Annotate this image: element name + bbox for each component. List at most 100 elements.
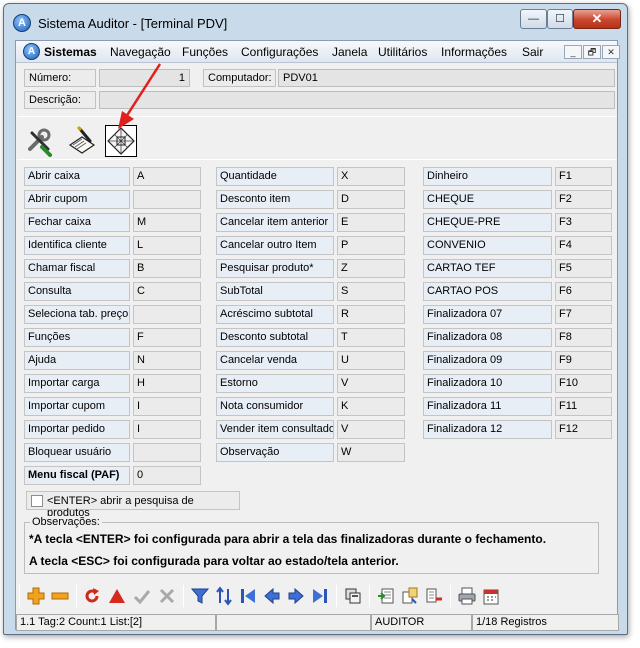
title-bar[interactable]: A Sistema Auditor - [Terminal PDV] — ☐ ✕ [4,4,627,40]
menu-janela[interactable]: Janela [332,45,367,59]
maximize-button[interactable]: ☐ [547,9,573,29]
status-records: 1/18 Registros [472,614,619,631]
mdi-close-button[interactable]: ✕ [602,45,620,59]
copy-icon[interactable] [343,586,363,606]
mdi-restore-button[interactable]: 🗗 [583,45,601,59]
shortcut-key-field[interactable]: P [337,236,405,255]
close-button[interactable]: ✕ [573,9,621,29]
shortcut-key-field[interactable] [133,443,201,462]
shortcut-key-field[interactable]: F7 [555,305,612,324]
toolbar-separator [450,585,451,607]
sort-icon[interactable] [214,586,234,606]
shortcut-key-field[interactable]: R [337,305,405,324]
toolbar-separator [369,585,370,607]
shortcut-key-field[interactable]: F10 [555,374,612,393]
shortcut-key-field[interactable]: E [337,213,405,232]
previous-record-icon[interactable] [262,586,282,606]
shortcut-label: Finalizadora 07 [423,305,552,324]
shortcut-label: Pesquisar produto* [216,259,334,278]
mdi-child-window: A Sistemas Navegação Funções Configuraçõ… [15,40,620,631]
menu-navegacao[interactable]: Navegação [110,45,171,59]
menu-app-icon[interactable]: A [23,43,40,60]
mdi-minimize-button[interactable]: _ [564,45,582,59]
tools-icon[interactable] [24,125,56,157]
menu-funcoes[interactable]: Funções [182,45,228,59]
shortcut-key-field[interactable]: F12 [555,420,612,439]
shortcut-label: Finalizadora 08 [423,328,552,347]
shortcut-key-field[interactable]: F [133,328,201,347]
shortcut-key-field[interactable]: 0 [133,466,201,485]
descricao-field[interactable] [99,91,615,109]
shortcut-key-field[interactable]: L [133,236,201,255]
menu-utilitarios[interactable]: Utilitários [378,45,427,59]
enter-search-option[interactable]: <ENTER> abrir a pesquisa de produtos [26,491,240,519]
shortcut-key-field[interactable]: F2 [555,190,612,209]
shortcut-key-field[interactable]: U [337,351,405,370]
shortcut-key-field[interactable]: C [133,282,201,301]
shortcut-key-field[interactable]: I [133,420,201,439]
shortcut-key-field[interactable]: X [337,167,405,186]
confirm-icon[interactable] [132,586,152,606]
minimize-button[interactable]: — [520,9,547,29]
warning-icon[interactable] [107,586,127,606]
shortcut-key-field[interactable]: F8 [555,328,612,347]
shortcut-key-field[interactable] [133,305,201,324]
add-icon[interactable] [26,586,46,606]
print-icon[interactable] [457,586,477,606]
shortcut-key-field[interactable]: D [337,190,405,209]
shortcut-key-field[interactable]: M [133,213,201,232]
numero-field[interactable]: 1 [99,69,190,87]
shortcut-key-field[interactable]: Z [337,259,405,278]
shortcut-label: Finalizadora 09 [423,351,552,370]
shortcut-key-field[interactable]: S [337,282,405,301]
menu-bar: A Sistemas Navegação Funções Configuraçõ… [16,41,620,63]
window-title: Sistema Auditor - [Terminal PDV] [38,16,228,31]
enter-search-checkbox[interactable] [31,495,43,507]
menu-sair[interactable]: Sair [522,45,543,59]
export-icon[interactable] [376,586,396,606]
shortcut-key-field[interactable]: F3 [555,213,612,232]
shortcut-key-field[interactable]: N [133,351,201,370]
app-logo-icon[interactable]: A [13,14,31,32]
shortcut-key-field[interactable]: V [337,374,405,393]
shortcut-key-field[interactable]: W [337,443,405,462]
toolbar-separator [76,585,77,607]
shortcut-key-field[interactable]: F9 [555,351,612,370]
shortcut-key-field[interactable]: I [133,397,201,416]
calendar-icon[interactable] [481,586,501,606]
shortcut-key-field[interactable]: T [337,328,405,347]
shortcut-key-field[interactable]: F11 [555,397,612,416]
shortcut-key-field[interactable]: H [133,374,201,393]
delete-list-icon[interactable] [424,586,444,606]
computador-field[interactable]: PDV01 [278,69,615,87]
shortcut-label: Cancelar venda [216,351,334,370]
menu-sistemas[interactable]: Sistemas [44,45,97,59]
observation-line-2: A tecla <ESC> foi configurada para volta… [29,554,399,568]
shortcut-key-field[interactable]: F4 [555,236,612,255]
observation-line-1: *A tecla <ENTER> foi configurada para ab… [29,532,547,546]
numero-label: Número: [24,69,96,87]
shortcut-key-field[interactable]: A [133,167,201,186]
toolbar-separator [183,585,184,607]
shortcut-key-field[interactable]: F1 [555,167,612,186]
menu-informacoes[interactable]: Informações [441,45,507,59]
filter-icon[interactable] [190,586,210,606]
shortcut-key-field[interactable]: F5 [555,259,612,278]
shortcut-key-field[interactable]: F6 [555,282,612,301]
shortcut-label: Acréscimo subtotal [216,305,334,324]
shortcut-key-field[interactable]: V [337,420,405,439]
next-record-icon[interactable] [286,586,306,606]
notepad-pen-icon[interactable] [66,125,98,157]
shortcut-key-field[interactable]: B [133,259,201,278]
import-icon[interactable] [400,586,420,606]
first-record-icon[interactable] [238,586,258,606]
shortcut-key-field[interactable]: K [337,397,405,416]
keyboard-grid-icon[interactable] [105,125,137,157]
remove-icon[interactable] [50,586,70,606]
cancel-icon[interactable] [157,586,177,606]
refresh-icon[interactable] [82,586,102,606]
shortcut-key-field[interactable] [133,190,201,209]
menu-configuracoes[interactable]: Configurações [241,45,318,59]
shortcut-label: Menu fiscal (PAF) [24,466,130,485]
last-record-icon[interactable] [310,586,330,606]
